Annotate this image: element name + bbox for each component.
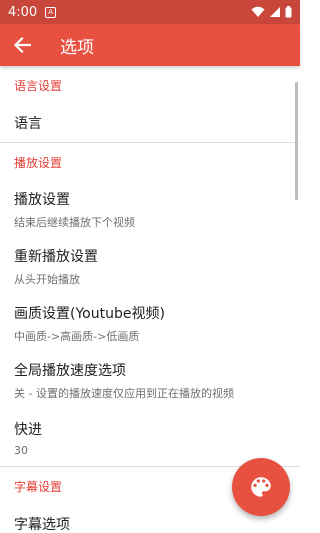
setting-global-speed[interactable]: 全局播放速度选项 关 - 设置的播放速度仅应用到正在播放的视频 xyxy=(0,352,300,409)
status-time: 4:00 xyxy=(8,4,38,20)
page-title: 选项 xyxy=(60,37,94,58)
palette-icon xyxy=(251,477,271,497)
setting-replay[interactable]: 重新播放设置 从头开始播放 xyxy=(0,238,300,295)
theme-fab-button[interactable] xyxy=(232,458,290,516)
status-bar: 4:00 A xyxy=(0,0,300,24)
back-button[interactable] xyxy=(0,24,44,66)
setting-summary: 结束后继续播放下个视频 xyxy=(14,216,135,229)
setting-summary: 中画质->高画质->低画质 xyxy=(14,330,140,343)
setting-playback[interactable]: 播放设置 结束后继续播放下个视频 xyxy=(0,181,300,238)
setting-title: 画质设置(Youtube视频) xyxy=(14,306,165,322)
setting-language[interactable]: 语言 xyxy=(0,104,300,142)
setting-title: 重新播放设置 xyxy=(14,249,98,265)
setting-quality[interactable]: 画质设置(Youtube视频) 中画质->高画质->低画质 xyxy=(0,295,300,352)
setting-title: 快进 xyxy=(14,421,42,438)
setting-title: 全局播放速度选项 xyxy=(14,363,126,379)
battery-icon xyxy=(285,6,292,18)
wifi-icon xyxy=(251,6,265,17)
setting-title: 语言 xyxy=(14,116,42,132)
setting-summary: 从头开始播放 xyxy=(14,273,80,286)
section-header-playback: 播放设置 xyxy=(14,155,63,170)
status-icons xyxy=(251,6,292,18)
section-header-language: 语言设置 xyxy=(14,78,63,93)
setting-title: 字幕选项 xyxy=(14,517,70,533)
setting-summary: 关 - 设置的播放速度仅应用到正在播放的视频 xyxy=(14,387,234,400)
setting-title: 播放设置 xyxy=(14,192,70,208)
app-bar: 选项 xyxy=(0,24,300,66)
scrollbar[interactable] xyxy=(295,82,298,200)
setting-summary: 30 xyxy=(14,443,28,457)
cellular-icon xyxy=(270,7,280,17)
arrow-left-icon xyxy=(13,36,31,54)
notification-icon: A xyxy=(45,6,57,18)
